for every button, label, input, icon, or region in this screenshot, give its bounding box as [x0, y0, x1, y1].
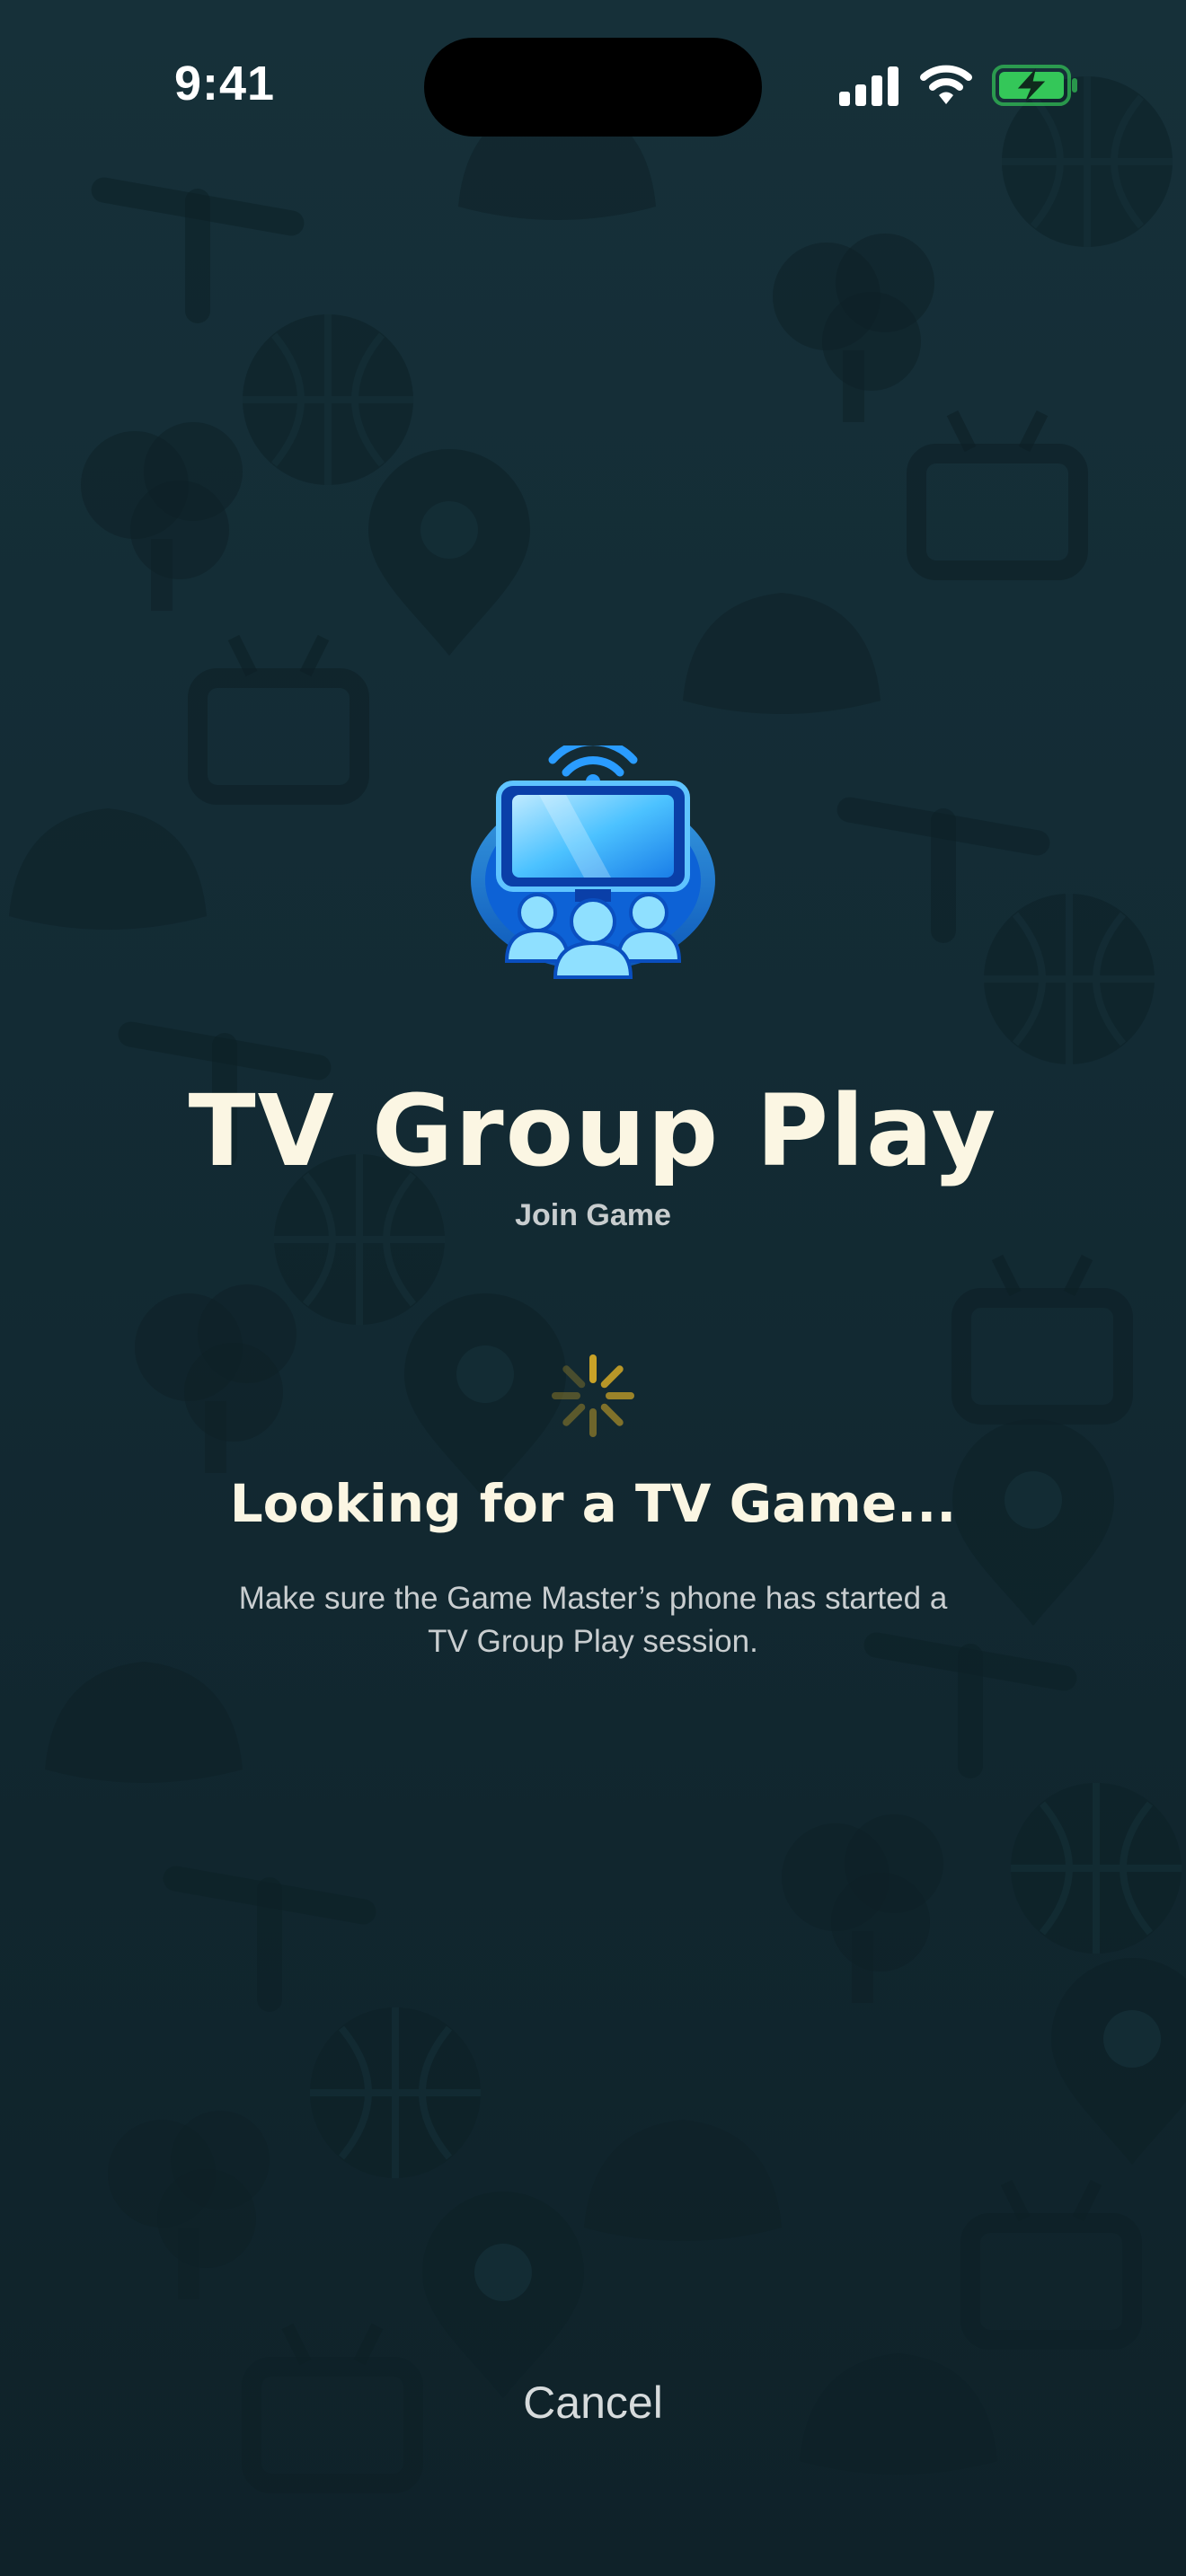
tv-group-icon — [471, 745, 715, 979]
dynamic-island — [424, 38, 762, 137]
page-subtitle: Join Game — [515, 1198, 671, 1232]
status-bar: 9:41 — [0, 0, 1186, 162]
battery-charging-icon — [992, 65, 1077, 106]
loading-spinner-icon — [552, 1354, 634, 1437]
status-heading: Looking for a TV Game... — [229, 1473, 957, 1534]
cancel-button[interactable]: Cancel — [413, 2362, 773, 2443]
status-time: 9:41 — [174, 57, 276, 110]
background-pattern — [9, 0, 1186, 2576]
cellular-signal-icon — [839, 66, 898, 106]
page-title: TV Group Play — [188, 1073, 998, 1188]
status-description: Make sure the Game Master’s phone has st… — [238, 1581, 948, 1659]
wifi-icon — [920, 65, 972, 104]
